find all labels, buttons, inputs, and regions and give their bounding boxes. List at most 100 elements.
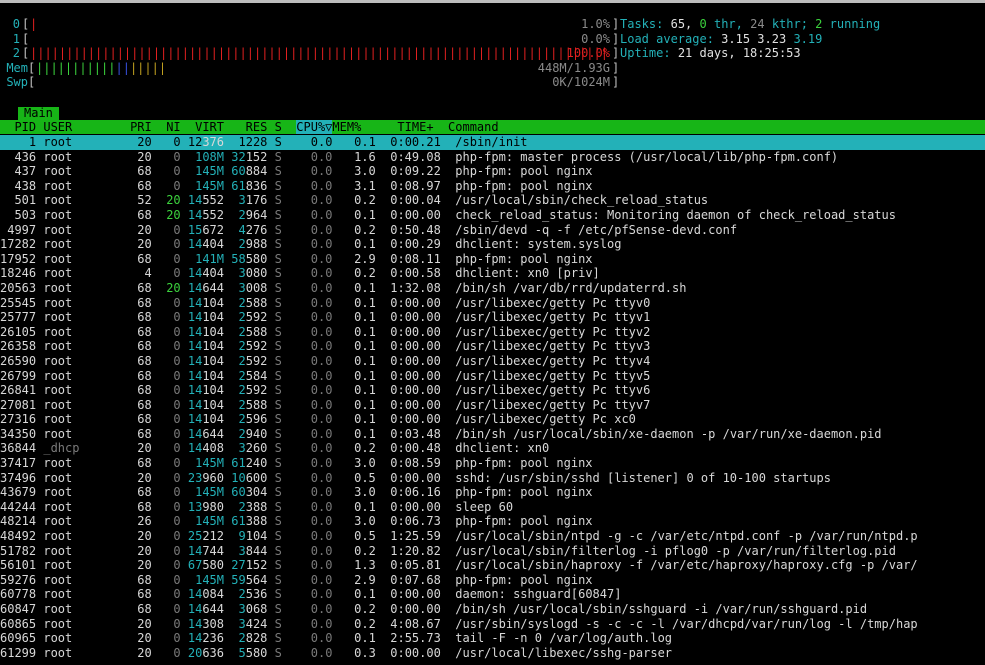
process-nice: 0 — [158, 368, 188, 383]
process-row[interactable]: 59276 root 68 0 145M 59564 S 0.0 2.9 0:0… — [0, 573, 985, 588]
process-command: dhclient: xn0 [priv] — [455, 266, 600, 281]
process-pid: 37417 — [0, 456, 44, 471]
process-nice: 0 — [158, 631, 188, 646]
process-row[interactable]: 4997 root 20 0 15672 4276 S 0.0 0.2 0:50… — [0, 223, 985, 238]
process-row[interactable]: 60778 root 68 0 14084 2536 S 0.0 0.1 0:0… — [0, 587, 985, 602]
process-row[interactable]: 60847 root 68 0 14644 3068 S 0.0 0.2 0:0… — [0, 602, 985, 617]
process-row[interactable]: 26358 root 68 0 14104 2592 S 0.0 0.1 0:0… — [0, 339, 985, 354]
process-row[interactable]: 27081 root 68 0 14104 2588 S 0.0 0.1 0:0… — [0, 398, 985, 413]
process-row[interactable]: 1 root 20 0 12376 1228 S 0.0 0.1 0:00.21… — [0, 135, 985, 150]
process-state: S — [274, 324, 297, 339]
process-command: /bin/sh /usr/local/sbin/xe-daemon -p /va… — [455, 426, 882, 441]
process-list[interactable]: 1 root 20 0 12376 1228 S 0.0 0.1 0:00.21… — [0, 135, 985, 660]
process-row[interactable]: 437 root 68 0 145M 60884 S 0.0 3.0 0:09.… — [0, 164, 985, 179]
process-command: /usr/libexec/getty Pc ttyv6 — [455, 383, 651, 398]
process-row[interactable]: 48214 root 26 0 145M 61388 S 0.0 3.0 0:0… — [0, 514, 985, 529]
process-row[interactable]: 26590 root 68 0 14104 2592 S 0.0 0.1 0:0… — [0, 354, 985, 369]
process-row[interactable]: 60865 root 20 0 14308 3424 S 0.0 0.2 4:0… — [0, 617, 985, 632]
process-pid: 36844 — [0, 441, 44, 456]
process-virt: 14104 — [187, 383, 225, 398]
process-command: /usr/sbin/syslogd -s -c -c -l /var/dhcpd… — [455, 616, 918, 631]
process-mem: 0.1 — [346, 587, 391, 602]
process-state: S — [274, 631, 297, 646]
process-row[interactable]: 34350 root 68 0 14644 2940 S 0.0 0.1 0:0… — [0, 427, 985, 442]
process-mem: 2.9 — [346, 251, 391, 266]
process-virt: 14308 — [187, 616, 225, 631]
process-row[interactable]: 503 root 68 20 14552 2964 S 0.0 0.1 0:00… — [0, 208, 985, 223]
process-pid: 1 — [0, 135, 44, 149]
process-nice: 0 — [158, 572, 188, 587]
process-row[interactable]: 44244 root 68 0 13980 2388 S 0.0 0.1 0:0… — [0, 500, 985, 515]
process-row[interactable]: 56101 root 20 0 67580 27152 S 0.0 1.3 0:… — [0, 558, 985, 573]
process-priority: 52 — [130, 193, 159, 208]
column-header-state[interactable]: S — [275, 120, 297, 134]
column-header-ni[interactable]: NI — [159, 120, 188, 134]
process-virt: 14408 — [187, 441, 225, 456]
process-pid: 26105 — [0, 324, 44, 339]
column-header-cpu[interactable]: CPU%▽ — [296, 120, 333, 134]
process-row[interactable]: 37417 root 68 0 145M 61240 S 0.0 3.0 0:0… — [0, 456, 985, 471]
process-row[interactable]: 501 root 52 20 14552 3176 S 0.0 0.2 0:00… — [0, 193, 985, 208]
process-row[interactable]: 438 root 68 0 145M 61836 S 0.0 3.1 0:08.… — [0, 179, 985, 194]
process-mem: 0.1 — [346, 412, 391, 427]
process-user: root — [43, 164, 131, 179]
process-priority: 68 — [130, 280, 159, 295]
process-pid: 4997 — [0, 222, 44, 237]
process-priority: 20 — [130, 529, 159, 544]
column-header-res[interactable]: RES — [231, 120, 274, 134]
column-header-command[interactable]: Command — [448, 120, 499, 134]
process-user: _dhcp — [43, 441, 131, 456]
process-row[interactable]: 17952 root 68 0 141M 58580 S 0.0 2.9 0:0… — [0, 252, 985, 267]
process-row[interactable]: 26799 root 68 0 14104 2584 S 0.0 0.1 0:0… — [0, 369, 985, 384]
column-header-mem[interactable]: MEM% — [332, 120, 383, 134]
process-table-header[interactable]: PID USER PRI NI VIRT RES S CPU%▽MEM% TIM… — [0, 120, 985, 134]
process-row[interactable]: 26841 root 68 0 14104 2592 S 0.0 0.1 0:0… — [0, 383, 985, 398]
process-state: S — [274, 368, 297, 383]
process-pid: 56101 — [0, 558, 44, 573]
process-time: 0:00.04 — [390, 193, 456, 208]
process-row[interactable]: 25777 root 68 0 14104 2592 S 0.0 0.1 0:0… — [0, 310, 985, 325]
process-row[interactable]: 37496 root 20 0 23960 10600 S 0.0 0.5 0:… — [0, 471, 985, 486]
process-pid: 18246 — [0, 266, 44, 281]
process-pid: 60865 — [0, 616, 44, 631]
tab-main[interactable]: Main — [18, 107, 59, 120]
process-time: 0:00.29 — [390, 237, 456, 252]
column-header-time[interactable]: TIME+ — [383, 120, 448, 134]
process-priority: 20 — [130, 470, 159, 485]
process-row[interactable]: 43679 root 68 0 145M 60304 S 0.0 3.0 0:0… — [0, 485, 985, 500]
process-priority: 20 — [130, 149, 159, 164]
process-cpu: 0.0 — [296, 324, 347, 339]
column-header-virt[interactable]: VIRT — [188, 120, 231, 134]
process-pid: 17282 — [0, 237, 44, 252]
process-priority: 68 — [130, 602, 159, 616]
process-state: S — [274, 164, 297, 179]
process-row[interactable]: 25545 root 68 0 14104 2588 S 0.0 0.1 0:0… — [0, 296, 985, 311]
process-res: 61836 — [231, 178, 275, 193]
process-priority: 68 — [130, 353, 159, 368]
process-row[interactable]: 17282 root 20 0 14404 2988 S 0.0 0.1 0:0… — [0, 237, 985, 252]
process-row[interactable]: 48492 root 20 0 25212 9104 S 0.0 0.5 1:2… — [0, 529, 985, 544]
column-header-pid[interactable]: PID — [0, 120, 43, 134]
process-row[interactable]: 436 root 20 0 108M 32152 S 0.0 1.6 0:49.… — [0, 150, 985, 165]
process-row[interactable]: 60965 root 20 0 14236 2828 S 0.0 0.1 2:5… — [0, 631, 985, 646]
process-state: S — [274, 237, 297, 252]
process-state: S — [274, 193, 297, 208]
column-header-user[interactable]: USER — [43, 120, 130, 134]
process-command: php-fpm: pool nginx — [455, 572, 593, 587]
process-virt: 14084 — [187, 587, 225, 602]
process-row[interactable]: 61299 root 20 0 20636 5580 S 0.0 0.3 0:0… — [0, 646, 985, 661]
process-cpu: 0.0 — [296, 353, 347, 368]
process-row[interactable]: 18246 root 4 0 14404 3080 S 0.0 0.2 0:00… — [0, 266, 985, 281]
process-cpu: 0.0 — [296, 280, 347, 295]
process-nice: 0 — [158, 616, 188, 631]
process-pid: 25545 — [0, 295, 44, 310]
process-pid: 26841 — [0, 383, 44, 398]
process-row[interactable]: 20563 root 68 20 14644 3008 S 0.0 0.1 1:… — [0, 281, 985, 296]
process-state: S — [274, 383, 297, 398]
process-row[interactable]: 27316 root 68 0 14104 2596 S 0.0 0.1 0:0… — [0, 412, 985, 427]
process-row[interactable]: 36844 _dhcp 20 0 14408 3260 S 0.0 0.2 0:… — [0, 441, 985, 456]
process-row[interactable]: 26105 root 68 0 14104 2588 S 0.0 0.1 0:0… — [0, 325, 985, 340]
process-row[interactable]: 51782 root 20 0 14744 3844 S 0.0 0.2 1:2… — [0, 544, 985, 559]
process-res: 2588 — [238, 397, 275, 412]
column-header-pri[interactable]: PRI — [130, 120, 159, 134]
